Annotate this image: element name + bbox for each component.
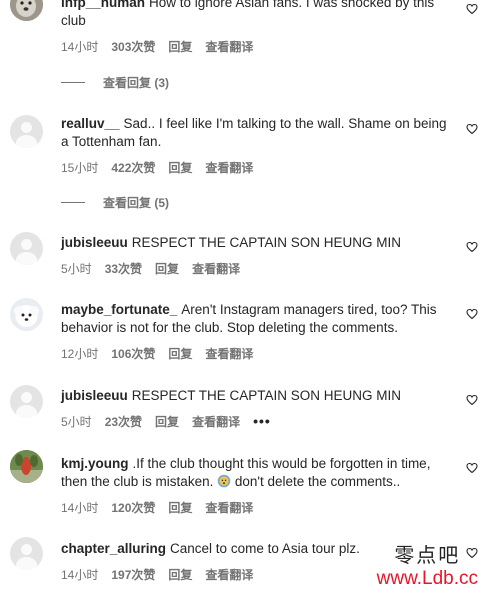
more-options-icon[interactable]: ••• [253, 413, 271, 429]
likes-count[interactable]: 120次赞 [111, 499, 155, 516]
comment-time[interactable]: 14小时 [61, 499, 98, 516]
watermark-url: www.Ldb.cc [376, 568, 478, 589]
heart-icon[interactable] [466, 241, 478, 253]
heart-icon[interactable] [466, 308, 478, 320]
view-replies-label: 查看回复 (3) [103, 76, 170, 90]
comment-meta: 5小时 33次赞 回复 查看翻译 [61, 260, 456, 276]
comment-time[interactable]: 14小时 [61, 566, 98, 583]
heart-icon[interactable] [466, 123, 478, 135]
reply-button[interactable]: 回复 [168, 499, 192, 516]
avatar[interactable] [10, 115, 43, 148]
comment-meta: 12小时 106次赞 回复 查看翻译 [61, 345, 456, 361]
comment-meta: 14小时 303次赞 回复 查看翻译 [61, 38, 456, 54]
comment-time[interactable]: 15小时 [61, 159, 98, 176]
translate-button[interactable]: 查看翻译 [192, 413, 240, 430]
view-replies-button[interactable]: 查看回复 (3) [61, 74, 169, 91]
view-replies-button[interactable]: 查看回复 (5) [61, 194, 169, 211]
heart-icon[interactable] [466, 3, 478, 15]
likes-count[interactable]: 303次赞 [111, 38, 155, 55]
comment-meta: 15小时 422次赞 回复 查看翻译 [61, 159, 456, 175]
comment-time[interactable]: 5小时 [61, 413, 92, 430]
translate-button[interactable]: 查看翻译 [205, 345, 253, 362]
watermark-title: 零点吧 [394, 543, 461, 567]
avatar[interactable] [10, 298, 43, 331]
white-dog-icon [10, 298, 43, 331]
comment-time[interactable]: 5小时 [61, 260, 92, 277]
likes-count[interactable]: 197次赞 [111, 566, 155, 583]
comment-text: maybe_fortunate_ Aren't Instagram manager… [61, 302, 437, 335]
view-replies-label: 查看回复 (5) [103, 196, 170, 210]
comment-username[interactable]: infp__human [61, 0, 145, 10]
comment-text: jubisleeuu RESPECT THE CAPTAIN SON HEUNG … [61, 235, 402, 250]
reply-button[interactable]: 回复 [155, 260, 179, 277]
comment-text: jubisleeuu RESPECT THE CAPTAIN SON HEUNG … [61, 388, 402, 403]
comment-time[interactable]: 12小时 [61, 345, 98, 362]
comment-meta: 14小时 120次赞 回复 查看翻译 [61, 499, 456, 515]
replies-divider [61, 202, 85, 203]
likes-count[interactable]: 33次赞 [105, 260, 142, 277]
likes-count[interactable]: 422次赞 [111, 159, 155, 176]
translate-button[interactable]: 查看翻译 [205, 38, 253, 55]
reply-button[interactable]: 回复 [168, 159, 192, 176]
replies-divider [61, 82, 85, 83]
comment-meta: 5小时 23次赞 回复 查看翻译 ••• [61, 413, 456, 429]
likes-count[interactable]: 23次赞 [105, 413, 142, 430]
plant-photo-icon [10, 450, 43, 483]
avatar[interactable] [10, 232, 43, 265]
watermark: 零点吧 www.Ldb.cc [377, 539, 478, 590]
translate-button[interactable]: 查看翻译 [205, 499, 253, 516]
comment-username[interactable]: realluv__ [61, 116, 120, 131]
translate-button[interactable]: 查看翻译 [205, 566, 253, 583]
translate-button[interactable]: 查看翻译 [192, 260, 240, 277]
reply-button[interactable]: 回复 [168, 566, 192, 583]
avatar[interactable] [10, 0, 43, 21]
comment-text: infp__human How to ignore Asian fans. I w… [61, 0, 456, 30]
anxious-face-emoji-icon [217, 474, 231, 488]
comment-text: kmj.young .If the club thought this would… [61, 456, 431, 489]
comment-username[interactable]: chapter_alluring [61, 541, 166, 556]
comment-username[interactable]: maybe_fortunate_ [61, 302, 177, 317]
reply-button[interactable]: 回复 [155, 413, 179, 430]
comment-time[interactable]: 14小时 [61, 38, 98, 55]
comment-username[interactable]: kmj.young [61, 456, 129, 471]
reply-button[interactable]: 回复 [168, 345, 192, 362]
avatar[interactable] [10, 537, 43, 570]
comment-username[interactable]: jubisleeuu [61, 235, 128, 250]
comment-text: realluv__ Sad.. I feel like I'm talking t… [61, 116, 447, 149]
heart-icon[interactable] [466, 462, 478, 474]
reply-button[interactable]: 回复 [168, 38, 192, 55]
translate-button[interactable]: 查看翻译 [205, 159, 253, 176]
likes-count[interactable]: 106次赞 [111, 345, 155, 362]
heart-icon[interactable] [466, 394, 478, 406]
avatar[interactable] [10, 450, 43, 483]
avatar[interactable] [10, 385, 43, 418]
comment-username[interactable]: jubisleeuu [61, 388, 128, 403]
dog-photo-icon [10, 0, 43, 21]
